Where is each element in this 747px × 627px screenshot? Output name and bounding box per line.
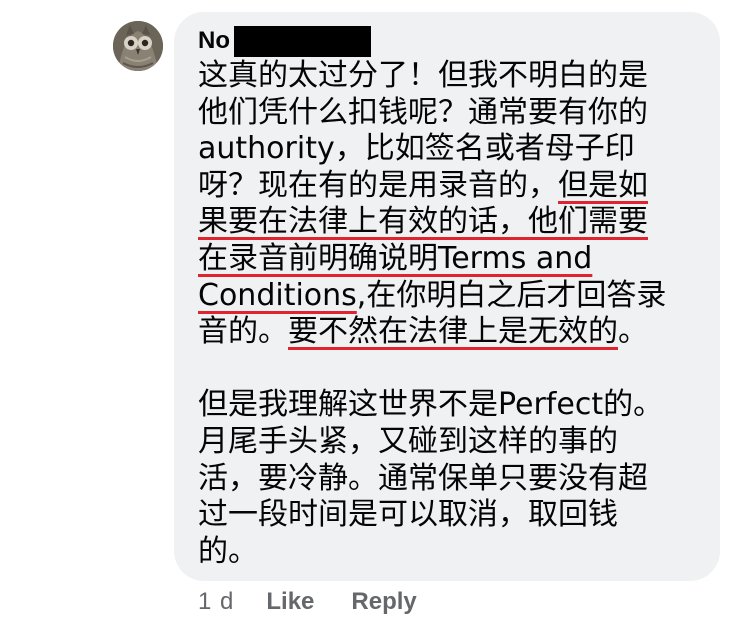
- text-segment: 呀？现在有的是用录音的，: [198, 167, 558, 203]
- owl-avatar-icon: [113, 21, 163, 71]
- comment-line: 果要在法律上有效的话，他们需要: [198, 204, 698, 241]
- text-segment: 这真的太过分了！但我不明白的是: [198, 58, 648, 93]
- text-segment: 活，要冷静。通常保单只要没有超: [198, 460, 648, 496]
- underlined-text: 但是如: [558, 167, 648, 203]
- underlined-text: Conditions: [198, 277, 357, 313]
- author-name[interactable]: No: [198, 25, 230, 57]
- text-segment: 过一段时间是可以取消，取回钱: [198, 497, 618, 533]
- comment-line: 呀？现在有的是用录音的，但是如: [198, 168, 698, 205]
- text-segment: ,在你明白之后才回答录: [356, 277, 667, 313]
- text-segment: 但是我理解这世界不是Perfect的。: [198, 387, 664, 423]
- comment-actions: 1 d Like Reply: [198, 588, 417, 616]
- text-segment: authority，比如签名或者母子印: [198, 131, 635, 167]
- comment-author[interactable]: No: [198, 25, 371, 57]
- comment-line: 音的。要不然在法律上是无效的。: [198, 314, 698, 351]
- underlined-text: 在录音前明确说明Terms and: [198, 240, 593, 276]
- like-button[interactable]: Like: [266, 588, 314, 616]
- text-segment: 。: [618, 314, 648, 350]
- comment-paragraph: 这真的太过分了！但我不明白的是 他们凭什么扣钱呢？通常要有你的 authority，…: [198, 58, 698, 351]
- reply-button[interactable]: Reply: [351, 588, 416, 616]
- redacted-name-block: [234, 25, 371, 57]
- text-segment: 的。: [198, 533, 258, 569]
- comment-line: 过一段时间是可以取消，取回钱: [198, 497, 698, 534]
- comment-line: 他们凭什么扣钱呢？通常要有你的: [198, 95, 698, 132]
- underlined-text: 果要在法律上有效的话，他们需要: [198, 204, 648, 240]
- text-segment: 他们凭什么扣钱呢？通常要有你的: [198, 94, 648, 130]
- text-segment: 音的。: [198, 314, 288, 350]
- comment-timestamp[interactable]: 1 d: [198, 588, 234, 616]
- author-avatar[interactable]: [113, 21, 163, 71]
- comment-line: Conditions,在你明白之后才回答录: [198, 278, 698, 315]
- underlined-text: 要不然在法律上是无效的: [288, 314, 618, 350]
- comment-text: 这真的太过分了！但我不明白的是 他们凭什么扣钱呢？通常要有你的 authority，…: [198, 58, 698, 570]
- comment-line: 活，要冷静。通常保单只要没有超: [198, 461, 698, 498]
- comment-line: 这真的太过分了！但我不明白的是: [198, 58, 698, 95]
- comment-line: authority，比如签名或者母子印: [198, 131, 698, 168]
- comment-paragraph: 但是我理解这世界不是Perfect的。 月尾手头紧，又碰到这样的事的 活，要冷静。通…: [198, 387, 698, 570]
- comment-line: 的。: [198, 534, 698, 571]
- comment-line: 但是我理解这世界不是Perfect的。: [198, 387, 698, 424]
- comment-line: 月尾手头紧，又碰到这样的事的: [198, 424, 698, 461]
- text-segment: 月尾手头紧，又碰到这样的事的: [198, 423, 618, 459]
- comment-line: 在录音前明确说明Terms and: [198, 241, 698, 278]
